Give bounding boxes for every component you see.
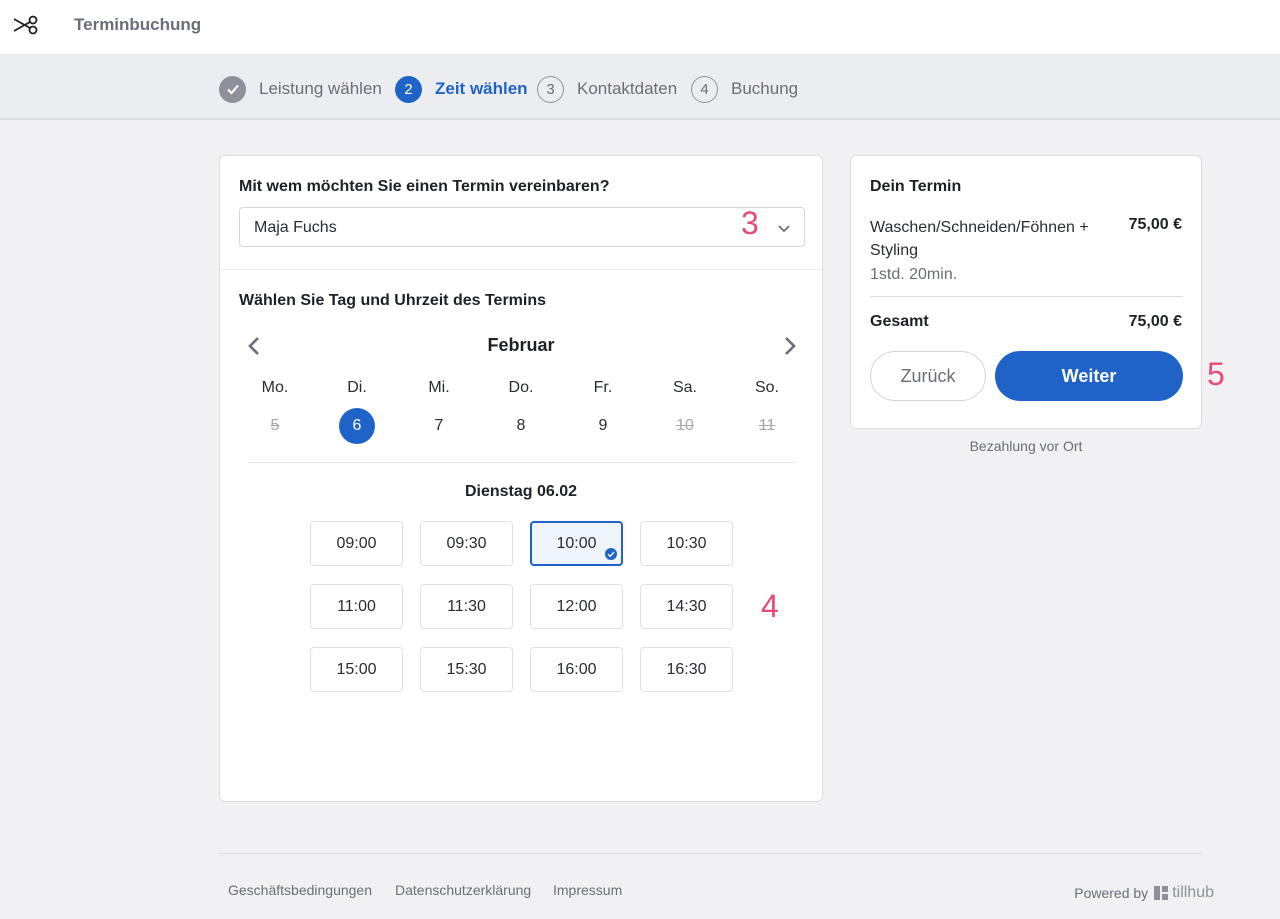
step-service[interactable]: Leistung wählen <box>219 75 382 103</box>
selected-day-title: Dienstag 06.02 <box>464 483 578 500</box>
step-number: 2 <box>395 75 422 103</box>
step-label: Kontaktdaten <box>577 79 678 98</box>
calendar-day: 11 <box>758 417 776 434</box>
total-value: 75,00 € <box>1128 313 1182 330</box>
annotation-4: 4 <box>761 588 779 624</box>
powered-by: Powered by tillhub <box>1074 884 1214 902</box>
time-slot[interactable]: 14:30 <box>640 584 733 629</box>
step-label: Buchung <box>731 79 799 98</box>
terms-link[interactable]: Geschäftsbedingungen <box>228 882 372 898</box>
booking-card: Mit wem möchten Sie einen Termin vereinb… <box>219 155 823 802</box>
footer-divider <box>219 853 1202 854</box>
service-name: Waschen/Schneiden/Föhnen + Styling <box>870 219 1089 259</box>
annotation-3: 3 <box>741 205 759 241</box>
service-price: 75,00 € <box>1128 216 1182 233</box>
time-slot-label: 10:00 <box>556 534 597 552</box>
step-contact: 3 Kontaktdaten <box>537 75 677 103</box>
calendar-day: 10 <box>676 417 694 434</box>
step-number: 4 <box>691 75 718 103</box>
calendar-month: Februar <box>487 335 555 355</box>
time-slot-selected[interactable]: 10:00 <box>530 521 623 566</box>
weekday-label: Fr. <box>593 379 613 396</box>
summary-title: Dein Termin <box>870 178 962 195</box>
scissors-icon <box>13 15 38 35</box>
step-time: 2 Zeit wählen <box>395 75 528 103</box>
divider <box>248 462 796 463</box>
staff-question: Mit wem möchten Sie einen Termin vereinb… <box>239 178 610 195</box>
step-number: 3 <box>537 75 564 103</box>
top-bar: Terminbuchung <box>0 0 1280 55</box>
brand-name: tillhub <box>1172 884 1214 901</box>
day-number: 6 <box>339 408 375 444</box>
calendar-day[interactable]: 7 <box>409 411 469 441</box>
powered-by-text: Powered by <box>1074 885 1149 901</box>
weekday-label: Do. <box>508 379 534 396</box>
calendar-day-selected[interactable]: 6 <box>327 408 387 444</box>
divider <box>870 296 1183 297</box>
step-booking: 4 Buchung <box>691 75 798 103</box>
divider <box>220 269 822 270</box>
check-circle-icon <box>605 548 617 560</box>
chevron-right-icon[interactable] <box>777 334 801 358</box>
datetime-heading: Wählen Sie Tag und Uhrzeit des Termins <box>239 292 547 309</box>
steps-bar: Leistung wählen 2 Zeit wählen 3 Kontaktd… <box>0 56 1280 120</box>
weekday-label: Mo. <box>261 379 289 396</box>
annotation-5: 5 <box>1207 356 1225 392</box>
time-slot[interactable]: 10:30 <box>640 521 733 566</box>
weekday-label: Di. <box>347 379 367 396</box>
time-slot[interactable]: 12:00 <box>530 584 623 629</box>
weekday-label: Mi. <box>428 379 450 396</box>
calendar-day: 5 <box>270 417 280 434</box>
next-button[interactable]: Weiter <box>995 351 1183 401</box>
calendar-day[interactable]: 8 <box>491 411 551 441</box>
time-slot[interactable]: 15:00 <box>310 647 403 692</box>
tillhub-logo[interactable]: tillhub <box>1154 884 1214 902</box>
privacy-link[interactable]: Datenschutzerklärung <box>395 882 531 898</box>
step-label: Leistung wählen <box>259 79 382 98</box>
tillhub-logo-icon <box>1154 886 1169 900</box>
time-slot[interactable]: 09:00 <box>310 521 403 566</box>
time-slot[interactable]: 11:00 <box>310 584 403 629</box>
app-title: Terminbuchung <box>74 15 202 34</box>
time-slot[interactable]: 11:30 <box>420 584 513 629</box>
total-label: Gesamt <box>870 313 929 330</box>
time-slot[interactable]: 16:00 <box>530 647 623 692</box>
weekday-label: Sa. <box>672 379 697 396</box>
time-slot[interactable]: 15:30 <box>420 647 513 692</box>
summary-card: Dein Termin Waschen/Schneiden/Föhnen + S… <box>850 155 1202 429</box>
weekday-label: So. <box>754 379 779 396</box>
time-slot[interactable]: 16:30 <box>640 647 733 692</box>
step-label: Zeit wählen <box>435 79 528 98</box>
chevron-down-icon <box>778 225 790 233</box>
time-slot[interactable]: 09:30 <box>420 521 513 566</box>
imprint-link[interactable]: Impressum <box>553 882 622 898</box>
staff-select[interactable]: Maja Fuchs <box>239 207 805 247</box>
staff-select-value: Maja Fuchs <box>254 219 337 236</box>
check-icon <box>219 75 246 103</box>
payment-note: Bezahlung vor Ort <box>969 438 1083 454</box>
calendar-day[interactable]: 9 <box>573 411 633 441</box>
back-button[interactable]: Zurück <box>870 351 986 401</box>
service-duration: 1std. 20min. <box>870 266 958 283</box>
